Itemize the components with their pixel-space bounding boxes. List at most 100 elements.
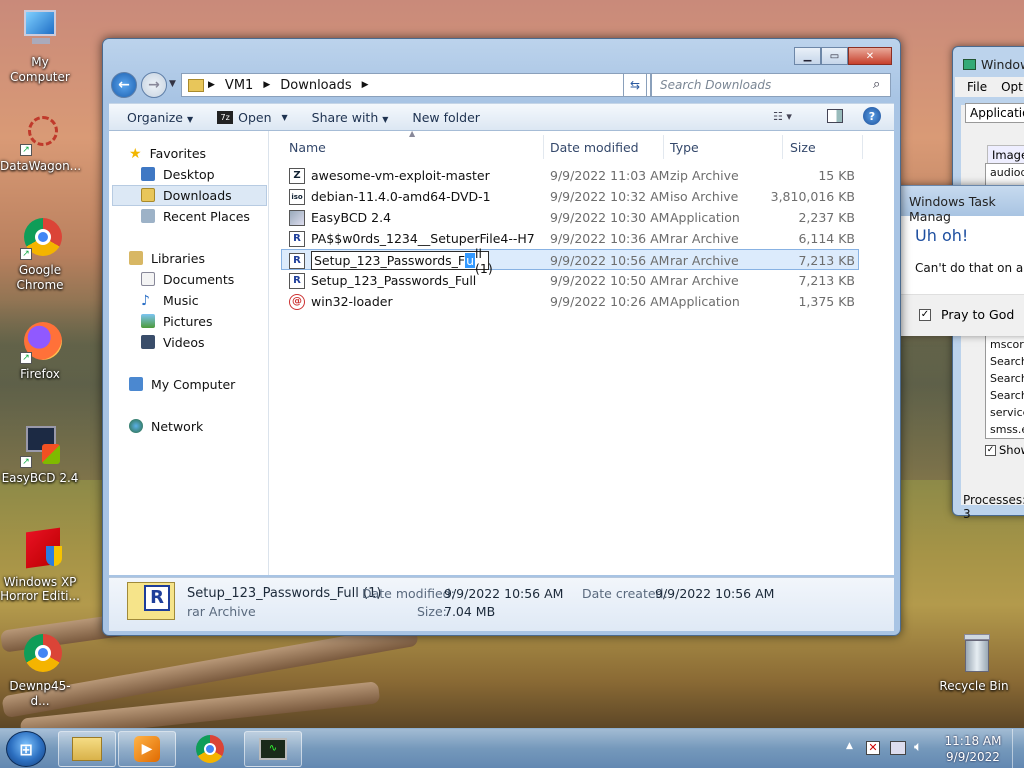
processes-status: Processes: 3: [963, 493, 1024, 521]
search-icon[interactable]: ⌕: [873, 77, 880, 92]
sort-arrow-icon: ▲: [409, 129, 416, 138]
breadcrumb-arrow-icon[interactable]: ▶: [263, 80, 270, 90]
start-button[interactable]: ⊞: [6, 731, 46, 767]
taskbar-explorer[interactable]: [58, 731, 116, 767]
process-row[interactable]: mscors: [990, 338, 1024, 351]
details-pane: R Setup_123_Passwords_Full (1) rar Archi…: [109, 577, 894, 631]
nav-pictures[interactable]: Pictures: [141, 311, 213, 331]
file-row[interactable]: iso debian-11.4.0-amd64-DVD-1 9/9/2022 10…: [281, 186, 859, 207]
refresh-button[interactable]: ⇆: [623, 73, 647, 97]
nav-favorites[interactable]: ★ Favorites: [129, 143, 206, 163]
file-row[interactable]: R PA$$w0rds_1234__SetuperFile4--H7 9/9/20…: [281, 228, 859, 249]
search-input[interactable]: Search Downloads: [651, 73, 891, 97]
file-row[interactable]: EasyBCD 2.4 9/9/2022 10:30 AM Applicatio…: [281, 207, 859, 228]
breadcrumb-arrow-icon[interactable]: ▶: [208, 80, 215, 90]
open-button[interactable]: 7z Open ▼: [217, 110, 288, 125]
column-header-type[interactable]: Type: [670, 135, 699, 159]
file-row-selected[interactable]: R Setup_123_Passwords_F u ll (1) 9/9/2022 …: [281, 246, 859, 276]
process-row[interactable]: Search: [990, 372, 1024, 385]
volume-icon[interactable]: 🔈︎: [914, 739, 922, 755]
recent-pages-dropdown-icon[interactable]: ▼: [169, 79, 176, 89]
process-row[interactable]: service: [990, 406, 1024, 419]
action-center-icon[interactable]: ✕: [866, 741, 880, 755]
file-row[interactable]: Zawesome-vm-exploit-master 9/9/2022 11:0…: [281, 165, 859, 186]
file-row[interactable]: R Setup_123_Passwords_Full 9/9/2022 10:50…: [281, 270, 859, 291]
preview-pane-button[interactable]: [827, 109, 843, 123]
details-modified-value: 9/9/2022 10:56 AM: [444, 586, 564, 601]
nav-network[interactable]: Network: [129, 416, 203, 436]
nav-documents[interactable]: Documents: [141, 269, 234, 289]
file-name: EasyBCD 2.4: [311, 210, 392, 225]
taskbar-media-player[interactable]: ▶: [118, 731, 176, 767]
iso-file-icon: iso: [289, 188, 305, 205]
image-column-header[interactable]: Image: [987, 145, 1024, 165]
nav-desktop[interactable]: Desktop: [141, 164, 215, 184]
nav-recent-places[interactable]: Recent Places: [141, 206, 250, 226]
column-header-date[interactable]: Date modified: [550, 135, 639, 159]
process-row[interactable]: Search: [990, 389, 1024, 402]
file-type: Application: [670, 210, 740, 225]
desktop-icon-firefox[interactable]: ↗ Firefox: [0, 320, 80, 382]
new-folder-button[interactable]: New folder: [412, 110, 480, 125]
dialog-heading: Uh oh!: [915, 226, 969, 245]
desktop-icon-my-computer[interactable]: My Computer: [0, 8, 80, 85]
star-icon: ★: [129, 146, 142, 162]
organize-menu[interactable]: Organize ▼: [127, 110, 193, 125]
tab-applications[interactable]: Application: [965, 103, 1024, 123]
nav-music-label: Music: [163, 292, 199, 308]
nav-documents-label: Documents: [163, 271, 235, 287]
show-all-checkbox[interactable]: ✓ Show: [985, 443, 1024, 457]
file-date: 9/9/2022 10:26 AM: [550, 294, 670, 309]
menu-options[interactable]: Optio: [1001, 80, 1024, 94]
error-dialog[interactable]: Windows Task Manag Uh oh! Can't do that …: [898, 185, 1024, 336]
help-icon[interactable]: ?: [863, 107, 881, 125]
forward-button[interactable]: →: [141, 72, 167, 98]
nav-pictures-label: Pictures: [163, 313, 213, 329]
rename-input[interactable]: Setup_123_Passwords_F u ll (1): [311, 246, 493, 276]
shortcut-arrow-icon: ↗: [20, 144, 32, 156]
desktop-icon-windows-xp-horror[interactable]: Windows XP Horror Editi...: [0, 527, 80, 603]
column-header-name[interactable]: Name: [289, 135, 326, 159]
chevron-down-icon: ▼: [382, 114, 389, 124]
address-bar[interactable]: ▶ VM1 ▶ Downloads ▶ ▼: [181, 73, 651, 97]
nav-downloads[interactable]: Downloads: [141, 185, 232, 205]
nav-my-computer[interactable]: My Computer: [129, 374, 235, 394]
taskbar-task-manager[interactable]: ∿: [244, 731, 302, 767]
file-size: 7,213 KB: [798, 273, 855, 288]
back-button[interactable]: ←: [111, 72, 137, 98]
network-tray-icon[interactable]: [890, 741, 906, 755]
taskbar-chrome[interactable]: [184, 733, 236, 765]
desktop-icon-dewnp45[interactable]: Dewnp45-d...: [0, 632, 80, 709]
explorer-window[interactable]: ▁ ▭ ✕ ← → ▼ ▶ VM1 ▶ Downloads ▶ ▼ ⇆ Sear…: [102, 38, 901, 636]
file-date: 9/9/2022 10:30 AM: [550, 210, 670, 225]
show-hidden-icons-button[interactable]: ▲: [846, 741, 853, 751]
process-row[interactable]: Search: [990, 355, 1024, 368]
maximize-button[interactable]: ▭: [821, 47, 848, 65]
rar-file-icon: R: [289, 230, 305, 247]
nav-libraries[interactable]: Libraries: [129, 248, 205, 268]
system-clock[interactable]: 11:18 AM 9/9/2022: [940, 733, 1006, 765]
show-desktop-button[interactable]: [1012, 729, 1024, 768]
nav-videos[interactable]: Videos: [141, 332, 205, 352]
menu-file[interactable]: File: [967, 80, 987, 94]
desktop-icon-recycle-bin[interactable]: Recycle Bin: [934, 632, 1014, 694]
desktop-icon-chrome[interactable]: ↗ Google Chrome: [0, 216, 80, 293]
zip-file-icon: Z: [289, 167, 305, 184]
nav-music[interactable]: ♪ Music: [141, 290, 199, 310]
views-menu[interactable]: ☷ ▾: [773, 110, 792, 123]
minimize-button[interactable]: ▁: [794, 47, 821, 65]
share-with-menu[interactable]: Share with ▼: [312, 110, 389, 125]
file-row[interactable]: @ win32-loader 9/9/2022 10:26 AM Applicat…: [281, 291, 859, 312]
breadcrumb-downloads[interactable]: Downloads: [280, 78, 351, 93]
process-row[interactable]: smss.e: [990, 423, 1024, 436]
column-divider: [862, 135, 863, 159]
file-name-cell: R Setup_123_Passwords_Full: [289, 270, 476, 291]
desktop-icon-easybcd[interactable]: ↗ EasyBCD 2.4: [0, 424, 80, 486]
process-row[interactable]: audiodc: [990, 166, 1024, 179]
column-header-size[interactable]: Size: [790, 135, 816, 159]
close-button[interactable]: ✕: [848, 47, 892, 65]
breadcrumb-arrow-icon[interactable]: ▶: [362, 80, 369, 90]
pray-checkbox[interactable]: ✓ Pray to God: [919, 307, 1014, 322]
desktop-icon-datawagon[interactable]: ↗ DataWagon...: [0, 112, 81, 174]
breadcrumb-vm1[interactable]: VM1: [225, 78, 253, 93]
